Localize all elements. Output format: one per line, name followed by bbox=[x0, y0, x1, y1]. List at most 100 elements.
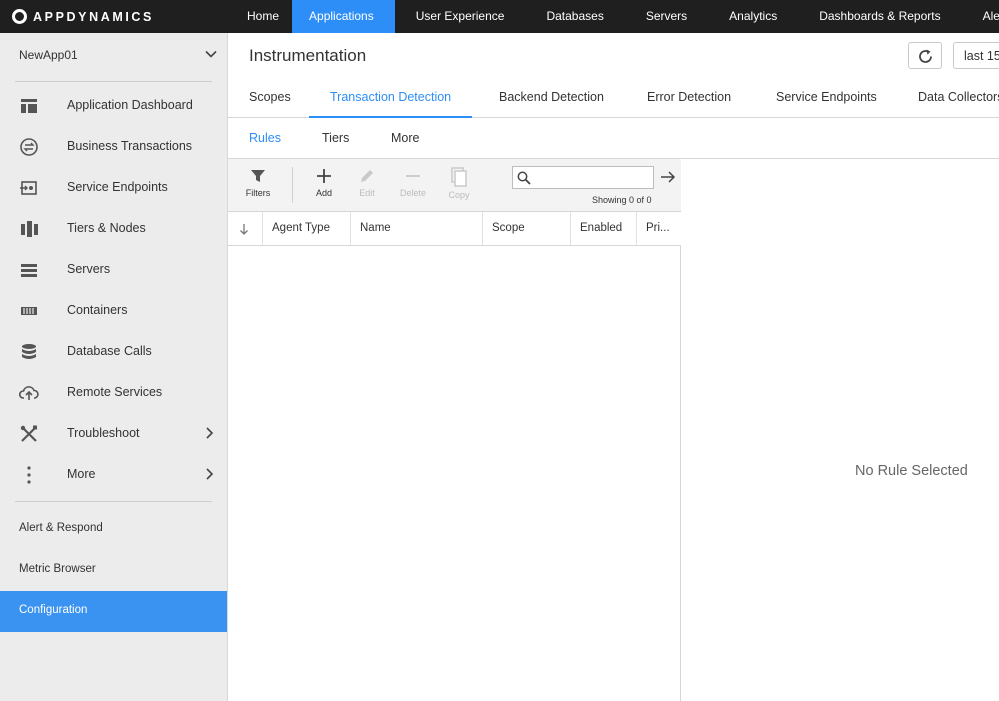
tools-icon bbox=[20, 425, 37, 442]
arrow-right-icon[interactable] bbox=[660, 170, 676, 184]
edit-rule-button[interactable]: Edit bbox=[347, 167, 387, 207]
column-scope[interactable]: Scope bbox=[483, 212, 571, 245]
tab-scopes[interactable]: Scopes bbox=[249, 85, 291, 118]
column-name[interactable]: Name bbox=[351, 212, 483, 245]
rules-toolbar: Filters Add Edit Delete Copy Showing 0 o… bbox=[228, 159, 681, 212]
pencil-icon bbox=[361, 170, 373, 182]
copy-icon bbox=[451, 167, 467, 187]
containers-icon bbox=[21, 307, 37, 315]
rules-table-header: Agent Type Name Scope Enabled Pri... bbox=[228, 212, 681, 246]
sidebar-item-containers[interactable]: Containers bbox=[0, 290, 227, 331]
sidebar: NewApp01 Application Dashboard Business … bbox=[0, 33, 227, 701]
toolbar-divider bbox=[292, 167, 293, 203]
topnav-dashboards-reports[interactable]: Dashboards & Reports bbox=[798, 0, 961, 33]
no-rule-selected-message: No Rule Selected bbox=[855, 463, 968, 479]
delete-rule-button[interactable]: Delete bbox=[393, 167, 433, 207]
sidebar-item-label: Remote Services bbox=[67, 385, 163, 399]
tab-transaction-detection[interactable]: Transaction Detection bbox=[309, 85, 473, 118]
tab-backend-detection[interactable]: Backend Detection bbox=[499, 85, 604, 118]
sidebar-item-label: Alert & Respond bbox=[19, 522, 103, 534]
database-icon bbox=[22, 344, 36, 359]
dashboard-icon bbox=[21, 99, 37, 113]
logo-text: APPDYNAMICS bbox=[33, 9, 154, 24]
rules-search-box bbox=[512, 166, 654, 189]
application-selector[interactable]: NewApp01 bbox=[0, 33, 227, 76]
servers-icon bbox=[21, 264, 37, 277]
sort-column[interactable] bbox=[228, 212, 263, 245]
sidebar-item-servers[interactable]: Servers bbox=[0, 249, 227, 290]
search-icon bbox=[517, 171, 531, 185]
sidebar-item-tiers-nodes[interactable]: Tiers & Nodes bbox=[0, 208, 227, 249]
filter-icon bbox=[251, 170, 265, 182]
plus-icon bbox=[317, 169, 331, 183]
sidebar-item-label: Configuration bbox=[19, 604, 88, 616]
sidebar-item-label: Servers bbox=[67, 262, 111, 276]
sidebar-item-label: Metric Browser bbox=[19, 563, 96, 575]
subtab-tiers[interactable]: Tiers bbox=[322, 131, 349, 145]
top-bar: APPDYNAMICS Home Applications User Exper… bbox=[0, 0, 999, 33]
main-content: Instrumentation last 15 Scopes Transacti… bbox=[227, 33, 999, 701]
showing-count: Showing 0 of 0 bbox=[592, 195, 652, 205]
filters-button[interactable]: Filters bbox=[238, 167, 278, 207]
tab-data-collectors[interactable]: Data Collectors bbox=[918, 85, 999, 118]
add-label: Add bbox=[315, 188, 332, 198]
sidebar-item-label: Database Calls bbox=[67, 344, 152, 358]
topnav-home[interactable]: Home bbox=[234, 0, 292, 33]
sidebar-item-configuration[interactable]: Configuration bbox=[0, 591, 227, 632]
add-rule-button[interactable]: Add bbox=[304, 167, 344, 207]
rules-list-panel: Filters Add Edit Delete Copy Showing 0 o… bbox=[228, 159, 681, 701]
instrumentation-tabs: Scopes Transaction Detection Backend Det… bbox=[228, 85, 999, 118]
sidebar-divider bbox=[15, 501, 212, 502]
sidebar-item-label: Application Dashboard bbox=[67, 98, 193, 112]
sidebar-divider bbox=[15, 81, 212, 82]
topnav-alert-respond[interactable]: Alert & bbox=[962, 0, 999, 33]
application-name: NewApp01 bbox=[19, 48, 78, 62]
topnav-applications[interactable]: Applications bbox=[292, 0, 395, 33]
cloud-upload-icon bbox=[19, 386, 39, 400]
sidebar-item-database-calls[interactable]: Database Calls bbox=[0, 331, 227, 372]
sidebar-item-metric-browser[interactable]: Metric Browser bbox=[0, 550, 227, 591]
topnav-analytics[interactable]: Analytics bbox=[708, 0, 798, 33]
transactions-icon bbox=[20, 138, 38, 156]
time-range-button[interactable]: last 15 bbox=[953, 42, 999, 69]
sidebar-item-business-transactions[interactable]: Business Transactions bbox=[0, 126, 227, 167]
page-title: Instrumentation bbox=[249, 46, 367, 65]
sidebar-item-label: Business Transactions bbox=[67, 139, 193, 153]
filters-label: Filters bbox=[245, 188, 271, 198]
tiers-nodes-icon bbox=[21, 221, 38, 237]
sidebar-item-more[interactable]: More bbox=[0, 454, 227, 495]
topnav-databases[interactable]: Databases bbox=[525, 0, 624, 33]
subtab-rules[interactable]: Rules bbox=[249, 131, 281, 145]
search-input[interactable] bbox=[537, 169, 649, 186]
sidebar-item-label: Troubleshoot bbox=[67, 426, 140, 440]
sidebar-item-service-endpoints[interactable]: Service Endpoints bbox=[0, 167, 227, 208]
chevron-down-icon bbox=[205, 50, 217, 58]
top-nav: Home Applications User Experience Databa… bbox=[234, 0, 999, 33]
chevron-right-icon bbox=[206, 468, 214, 480]
service-endpoint-icon bbox=[20, 181, 37, 195]
tab-error-detection[interactable]: Error Detection bbox=[647, 85, 731, 118]
tab-service-endpoints[interactable]: Service Endpoints bbox=[776, 85, 877, 118]
copy-label: Copy bbox=[448, 190, 470, 200]
arrow-down-icon bbox=[240, 224, 248, 235]
column-agent-type[interactable]: Agent Type bbox=[263, 212, 351, 245]
more-vertical-icon bbox=[27, 466, 31, 484]
column-enabled[interactable]: Enabled bbox=[571, 212, 637, 245]
chevron-right-icon bbox=[206, 427, 214, 439]
refresh-icon bbox=[919, 49, 932, 63]
sidebar-item-application-dashboard[interactable]: Application Dashboard bbox=[0, 85, 227, 126]
copy-rule-button[interactable]: Copy bbox=[439, 167, 479, 207]
sidebar-item-remote-services[interactable]: Remote Services bbox=[0, 372, 227, 413]
minus-icon bbox=[406, 175, 420, 177]
delete-label: Delete bbox=[399, 188, 426, 198]
subtab-more[interactable]: More bbox=[391, 131, 419, 145]
refresh-button[interactable] bbox=[908, 42, 942, 69]
topnav-user-experience[interactable]: User Experience bbox=[395, 0, 526, 33]
sidebar-item-label: Service Endpoints bbox=[67, 180, 168, 194]
column-priority[interactable]: Pri... bbox=[637, 212, 681, 245]
appdynamics-logo[interactable]: APPDYNAMICS bbox=[12, 8, 154, 25]
rules-subtabs: Rules Tiers More bbox=[228, 119, 999, 159]
sidebar-item-alert-respond[interactable]: Alert & Respond bbox=[0, 509, 227, 550]
sidebar-item-troubleshoot[interactable]: Troubleshoot bbox=[0, 413, 227, 454]
topnav-servers[interactable]: Servers bbox=[625, 0, 708, 33]
